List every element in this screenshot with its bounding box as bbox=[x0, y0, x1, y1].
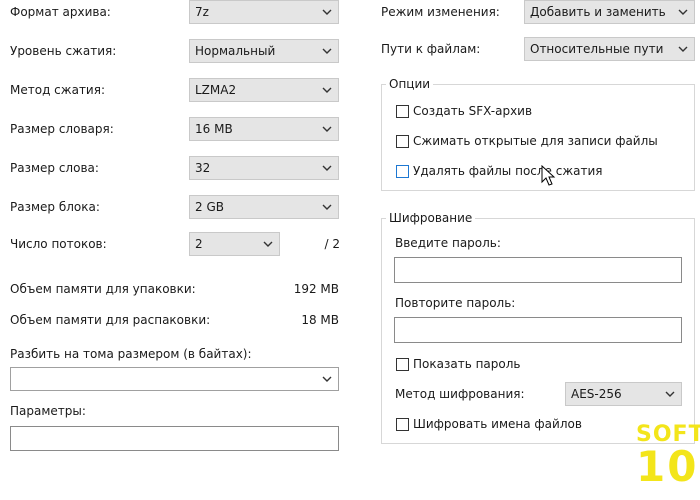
split-volumes-label: Разбить на тома размером (в байтах): bbox=[10, 347, 252, 361]
encrypt-names-checkbox[interactable] bbox=[396, 418, 409, 431]
word-size-combo[interactable]: 32 bbox=[189, 156, 339, 180]
watermark-logo: SOFT 10 bbox=[636, 424, 700, 490]
create-sfx-checkbox[interactable] bbox=[396, 105, 409, 118]
compression-level-label: Уровень сжатия: bbox=[10, 44, 117, 58]
memory-pack-value: 192 MB bbox=[293, 282, 339, 296]
path-mode-label: Пути к файлам: bbox=[381, 42, 481, 56]
dictionary-size-label: Размер словаря: bbox=[10, 122, 114, 136]
block-size-value: 2 GB bbox=[195, 200, 224, 214]
chevron-down-icon bbox=[322, 165, 332, 171]
split-volumes-combo[interactable] bbox=[10, 367, 339, 391]
compression-method-combo[interactable]: LZMA2 bbox=[189, 78, 339, 102]
word-size-label: Размер слова: bbox=[10, 161, 99, 175]
dictionary-size-combo[interactable]: 16 MB bbox=[189, 117, 339, 141]
repeat-password-label: Повторите пароль: bbox=[395, 296, 516, 310]
watermark-line2: 10 bbox=[636, 442, 699, 491]
compress-shared-label[interactable]: Сжимать открытые для записи файлы bbox=[413, 133, 658, 149]
options-title: Опции bbox=[386, 76, 434, 92]
block-size-label: Размер блока: bbox=[10, 200, 100, 214]
chevron-down-icon bbox=[678, 9, 688, 15]
encryption-title: Шифрование bbox=[386, 210, 476, 226]
parameters-input[interactable] bbox=[10, 426, 339, 451]
threads-max: / 2 bbox=[324, 237, 341, 251]
chevron-down-icon bbox=[322, 48, 332, 54]
chevron-down-icon bbox=[322, 87, 332, 93]
chevron-down-icon bbox=[322, 204, 332, 210]
update-mode-value: Добавить и заменить bbox=[530, 5, 666, 19]
block-size-combo[interactable]: 2 GB bbox=[189, 195, 339, 219]
chevron-down-icon bbox=[263, 241, 273, 247]
chevron-down-icon bbox=[322, 9, 332, 15]
compression-level-combo[interactable]: Нормальный bbox=[189, 39, 339, 63]
word-size-value: 32 bbox=[195, 161, 211, 175]
threads-label: Число потоков: bbox=[10, 237, 107, 251]
memory-unpack-label: Объем памяти для распаковки: bbox=[10, 313, 211, 327]
delete-after-checkbox[interactable] bbox=[396, 165, 409, 178]
chevron-down-icon bbox=[665, 391, 675, 397]
chevron-down-icon bbox=[678, 46, 688, 52]
memory-pack-label: Объем памяти для упаковки: bbox=[10, 282, 196, 296]
parameters-label: Параметры: bbox=[10, 404, 86, 418]
mouse-cursor-icon bbox=[541, 165, 556, 186]
compression-method-label: Метод сжатия: bbox=[10, 83, 105, 97]
chevron-down-icon bbox=[322, 376, 332, 382]
path-mode-value: Относительные пути bbox=[530, 42, 664, 56]
compression-method-value: LZMA2 bbox=[195, 83, 237, 97]
threads-value: 2 bbox=[195, 237, 203, 251]
encryption-method-label: Метод шифрования: bbox=[395, 387, 525, 401]
update-mode-combo[interactable]: Добавить и заменить bbox=[524, 0, 695, 24]
compression-level-value: Нормальный bbox=[195, 44, 276, 58]
archive-format-combo[interactable]: 7z bbox=[189, 0, 339, 24]
chevron-down-icon bbox=[322, 126, 332, 132]
archive-format-value: 7z bbox=[195, 5, 209, 19]
encrypt-names-label[interactable]: Шифровать имена файлов bbox=[413, 416, 582, 432]
enter-password-input[interactable] bbox=[394, 257, 682, 283]
memory-unpack-value: 18 MB bbox=[301, 313, 339, 327]
encryption-method-combo[interactable]: AES-256 bbox=[565, 382, 682, 406]
dictionary-size-value: 16 MB bbox=[195, 122, 233, 136]
update-mode-label: Режим изменения: bbox=[381, 5, 500, 19]
path-mode-combo[interactable]: Относительные пути bbox=[524, 37, 695, 61]
delete-after-label[interactable]: Удалять файлы после сжатия bbox=[413, 163, 603, 179]
show-password-label[interactable]: Показать пароль bbox=[413, 356, 520, 372]
show-password-checkbox[interactable] bbox=[396, 358, 409, 371]
compress-shared-checkbox[interactable] bbox=[396, 135, 409, 148]
archive-format-label: Формат архива: bbox=[10, 5, 111, 19]
encryption-method-value: AES-256 bbox=[571, 387, 622, 401]
repeat-password-input[interactable] bbox=[394, 317, 682, 343]
enter-password-label: Введите пароль: bbox=[395, 236, 501, 250]
threads-combo[interactable]: 2 bbox=[189, 232, 280, 256]
create-sfx-label[interactable]: Создать SFX-архив bbox=[413, 103, 532, 119]
